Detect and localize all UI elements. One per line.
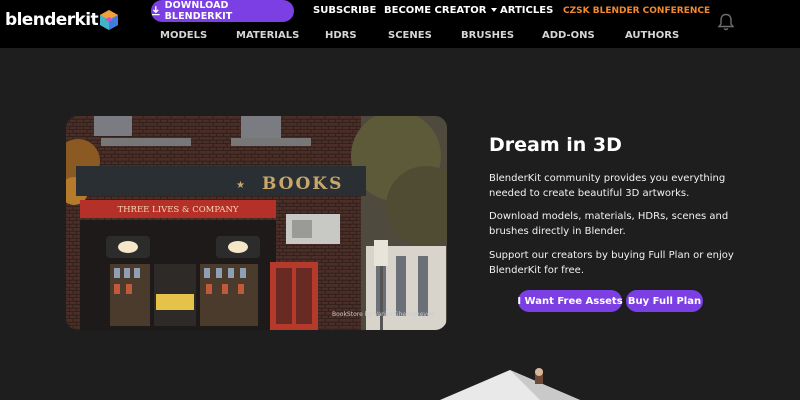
hero-title: Dream in 3D	[489, 134, 622, 156]
logo-hexagon-icon	[99, 10, 118, 30]
chevron-down-icon	[491, 8, 498, 12]
svg-text:★: ★	[236, 180, 245, 191]
bookstore-scene-illustration: BOOKS ★ THREE LIVES & COMPANY	[66, 116, 447, 330]
nav-add-ons[interactable]: ADD-ONS	[542, 30, 595, 41]
awning-text: THREE LIVES & COMPANY	[117, 205, 238, 215]
nav-models[interactable]: MODELS	[160, 30, 207, 41]
download-label: DOWNLOAD BLENDERKIT	[164, 0, 233, 22]
blenderkit-logo[interactable]: blenderkit	[5, 9, 118, 31]
nav-hdrs[interactable]: HDRS	[325, 30, 357, 41]
hero-paragraph-3: Support our creators by buying Full Plan…	[489, 250, 734, 276]
hero-bookstore-image: BOOKS ★ THREE LIVES & COMPANY	[66, 116, 447, 330]
top-navigation-bar: blenderkit DOWNLOAD BLENDERKIT SUBSCRIBE…	[0, 0, 800, 48]
buy-full-plan-button[interactable]: Buy Full Plan	[626, 290, 703, 312]
nav-authors[interactable]: AUTHORS	[625, 30, 679, 41]
next-section-preview-image	[440, 368, 580, 400]
free-assets-button[interactable]: I Want Free Assets	[517, 290, 623, 312]
nav-become-creator-label: BECOME CREATOR	[384, 5, 487, 16]
download-icon	[151, 6, 160, 16]
hero-paragraph-2: Download models, materials, HDRs, scenes…	[489, 211, 729, 237]
nav-brushes[interactable]: BRUSHES	[461, 30, 514, 41]
hero-paragraph-1: BlenderKit community provides you everyt…	[489, 173, 726, 199]
nav-articles[interactable]: ARTICLES	[500, 5, 553, 16]
logo-text: blenderkit	[5, 10, 99, 30]
nav-scenes[interactable]: SCENES	[388, 30, 432, 41]
notification-bell-icon[interactable]	[716, 12, 736, 32]
nav-become-creator[interactable]: BECOME CREATOR	[384, 5, 498, 16]
nav-conference[interactable]: CZSK BLENDER CONFERENCE	[563, 6, 710, 16]
nav-subscribe[interactable]: SUBSCRIBE	[313, 5, 376, 16]
hero-image-caption: BookStore by Vanko Gheorghevev	[332, 311, 435, 318]
books-sign-text: BOOKS	[262, 174, 343, 194]
nav-materials[interactable]: MATERIALS	[236, 30, 299, 41]
download-blenderkit-button[interactable]: DOWNLOAD BLENDERKIT	[151, 0, 294, 22]
